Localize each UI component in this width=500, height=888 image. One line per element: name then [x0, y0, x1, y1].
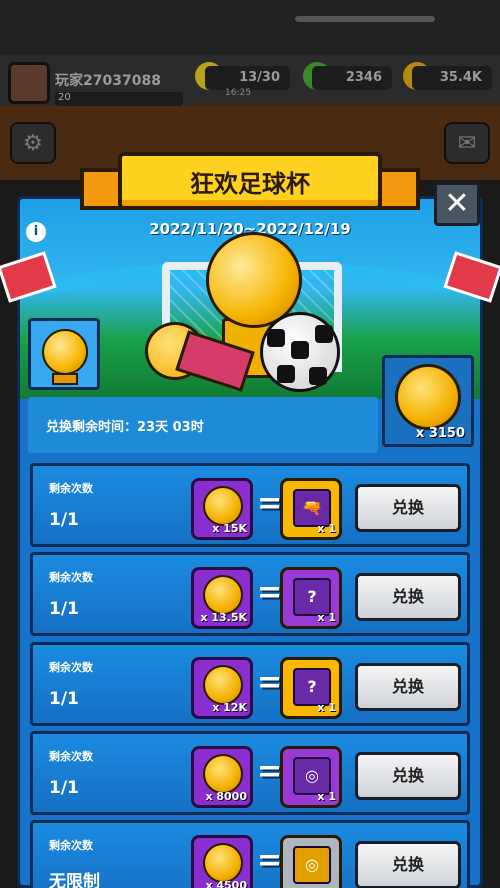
equals-sign: = — [257, 843, 283, 878]
trophy-coin-icon — [395, 364, 461, 430]
energy-counter[interactable]: 13/30 — [205, 66, 290, 90]
cost-tile: x 4500 — [191, 835, 253, 888]
trophy-coin-icon — [203, 843, 243, 883]
reward-tile[interactable]: ◎ x 1 — [280, 746, 342, 808]
exchange-row: 剩余次数 1/1 x 13.5K = ? x 1 兑换 — [30, 552, 470, 636]
ball-patch — [267, 329, 285, 347]
energy-timer: 16:25 — [225, 88, 251, 98]
player-level: 20 — [55, 92, 183, 106]
equals-sign: = — [257, 486, 283, 521]
exchange-button[interactable]: 兑换 — [355, 663, 461, 711]
time-remaining: 兑换剩余时间：23天 03时 — [46, 420, 204, 435]
remaining-label: 剩余次数 — [49, 571, 93, 584]
gem-counter[interactable]: 2346 — [312, 66, 392, 90]
exchange-button[interactable]: 兑换 — [355, 484, 461, 532]
ball-patch — [291, 341, 309, 359]
cost-amount: x 13.5K — [200, 611, 247, 624]
trophy-coin-icon — [203, 486, 243, 526]
reward-amount: x 1 — [317, 790, 336, 803]
home-indicator — [295, 16, 435, 22]
trophy-coin-icon — [203, 754, 243, 794]
remaining-label: 剩余次数 — [49, 750, 93, 763]
coin-counter[interactable]: 35.4K — [412, 66, 492, 90]
equals-sign: = — [257, 575, 283, 610]
exchange-row: 剩余次数 1/1 x 12K = ? x 1 兑换 — [30, 642, 470, 726]
remaining-count: 1/1 — [49, 689, 79, 709]
ball-patch — [309, 367, 327, 385]
equals-sign: = — [257, 754, 283, 789]
ball-patch — [277, 365, 295, 383]
reward-amount: x 1 — [317, 611, 336, 624]
remaining-count: 1/1 — [49, 778, 79, 798]
event-currency-count: x 3150 — [415, 426, 465, 441]
mail-icon: ✉ — [457, 130, 477, 156]
reward-tile[interactable]: ? x 1 — [280, 567, 342, 629]
golden-ball-button[interactable] — [28, 318, 100, 390]
trophy-stand-icon — [52, 373, 78, 385]
soccer-ball — [260, 312, 340, 392]
settings-button[interactable]: ⚙ — [10, 122, 56, 164]
event-currency-box: x 3150 — [382, 355, 474, 447]
remaining-count: 1/1 — [49, 510, 79, 530]
chest-icon: ◎ — [293, 846, 331, 884]
player-avatar[interactable] — [8, 62, 50, 104]
remaining-label: 剩余次数 — [49, 661, 93, 674]
exchange-row: 剩余次数 1/1 x 8000 = ◎ x 1 兑换 — [30, 731, 470, 815]
trophy-coin-icon — [203, 665, 243, 705]
gear-icon: ⚙ — [23, 130, 43, 156]
cost-amount: x 4500 — [205, 879, 247, 888]
remaining-count: 无限制 — [49, 872, 100, 888]
cost-tile: x 13.5K — [191, 567, 253, 629]
reward-amount: x 1 — [317, 701, 336, 714]
ball-patch — [315, 325, 333, 343]
exchange-row: 剩余次数 1/1 x 15K = 🔫 x 1 兑换 — [30, 463, 470, 547]
reward-tile[interactable]: 🔫 x 1 — [280, 478, 342, 540]
reward-tile[interactable]: ◎ — [280, 835, 342, 888]
exchange-row: 剩余次数 无限制 x 4500 = ◎ 兑换 — [30, 820, 470, 888]
mail-button[interactable]: ✉ — [444, 122, 490, 164]
golden-ball-icon — [42, 329, 88, 375]
remaining-label: 剩余次数 — [49, 839, 93, 852]
remaining-count: 1/1 — [49, 599, 79, 619]
event-title: 狂欢足球杯 — [118, 152, 382, 210]
reward-tile[interactable]: ? x 1 — [280, 657, 342, 719]
equals-sign: = — [257, 665, 283, 700]
reward-amount: x 1 — [317, 522, 336, 535]
player-name: 玩家27037088 — [55, 73, 161, 89]
cost-amount: x 8000 — [205, 790, 247, 803]
cost-tile: x 8000 — [191, 746, 253, 808]
exchange-button[interactable]: 兑换 — [355, 752, 461, 800]
cost-tile: x 15K — [191, 478, 253, 540]
exchange-button[interactable]: 兑换 — [355, 573, 461, 621]
remaining-label: 剩余次数 — [49, 482, 93, 495]
cost-amount: x 15K — [212, 522, 247, 535]
cost-amount: x 12K — [212, 701, 247, 714]
trophy-coin-icon — [203, 575, 243, 615]
exchange-button[interactable]: 兑换 — [355, 841, 461, 888]
cost-tile: x 12K — [191, 657, 253, 719]
